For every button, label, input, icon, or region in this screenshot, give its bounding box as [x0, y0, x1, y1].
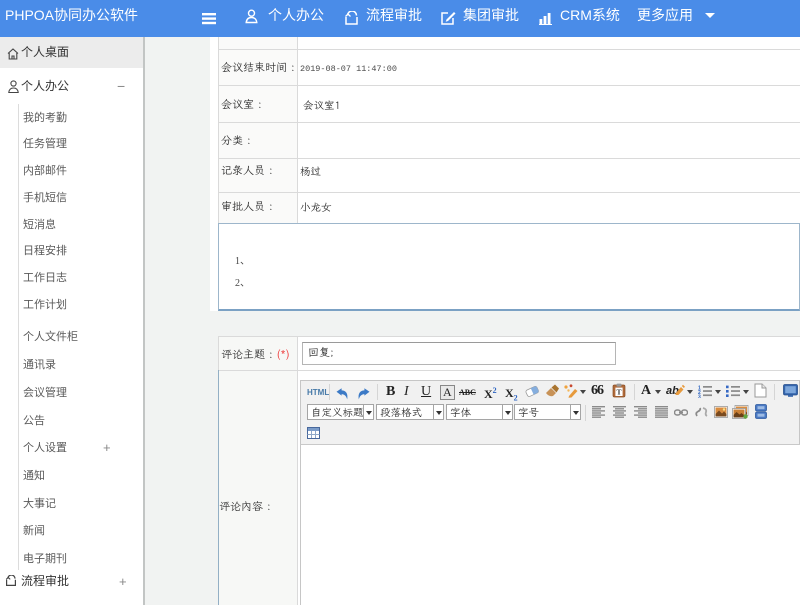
- svg-text:T: T: [616, 388, 621, 397]
- svg-text:3: 3: [698, 394, 701, 398]
